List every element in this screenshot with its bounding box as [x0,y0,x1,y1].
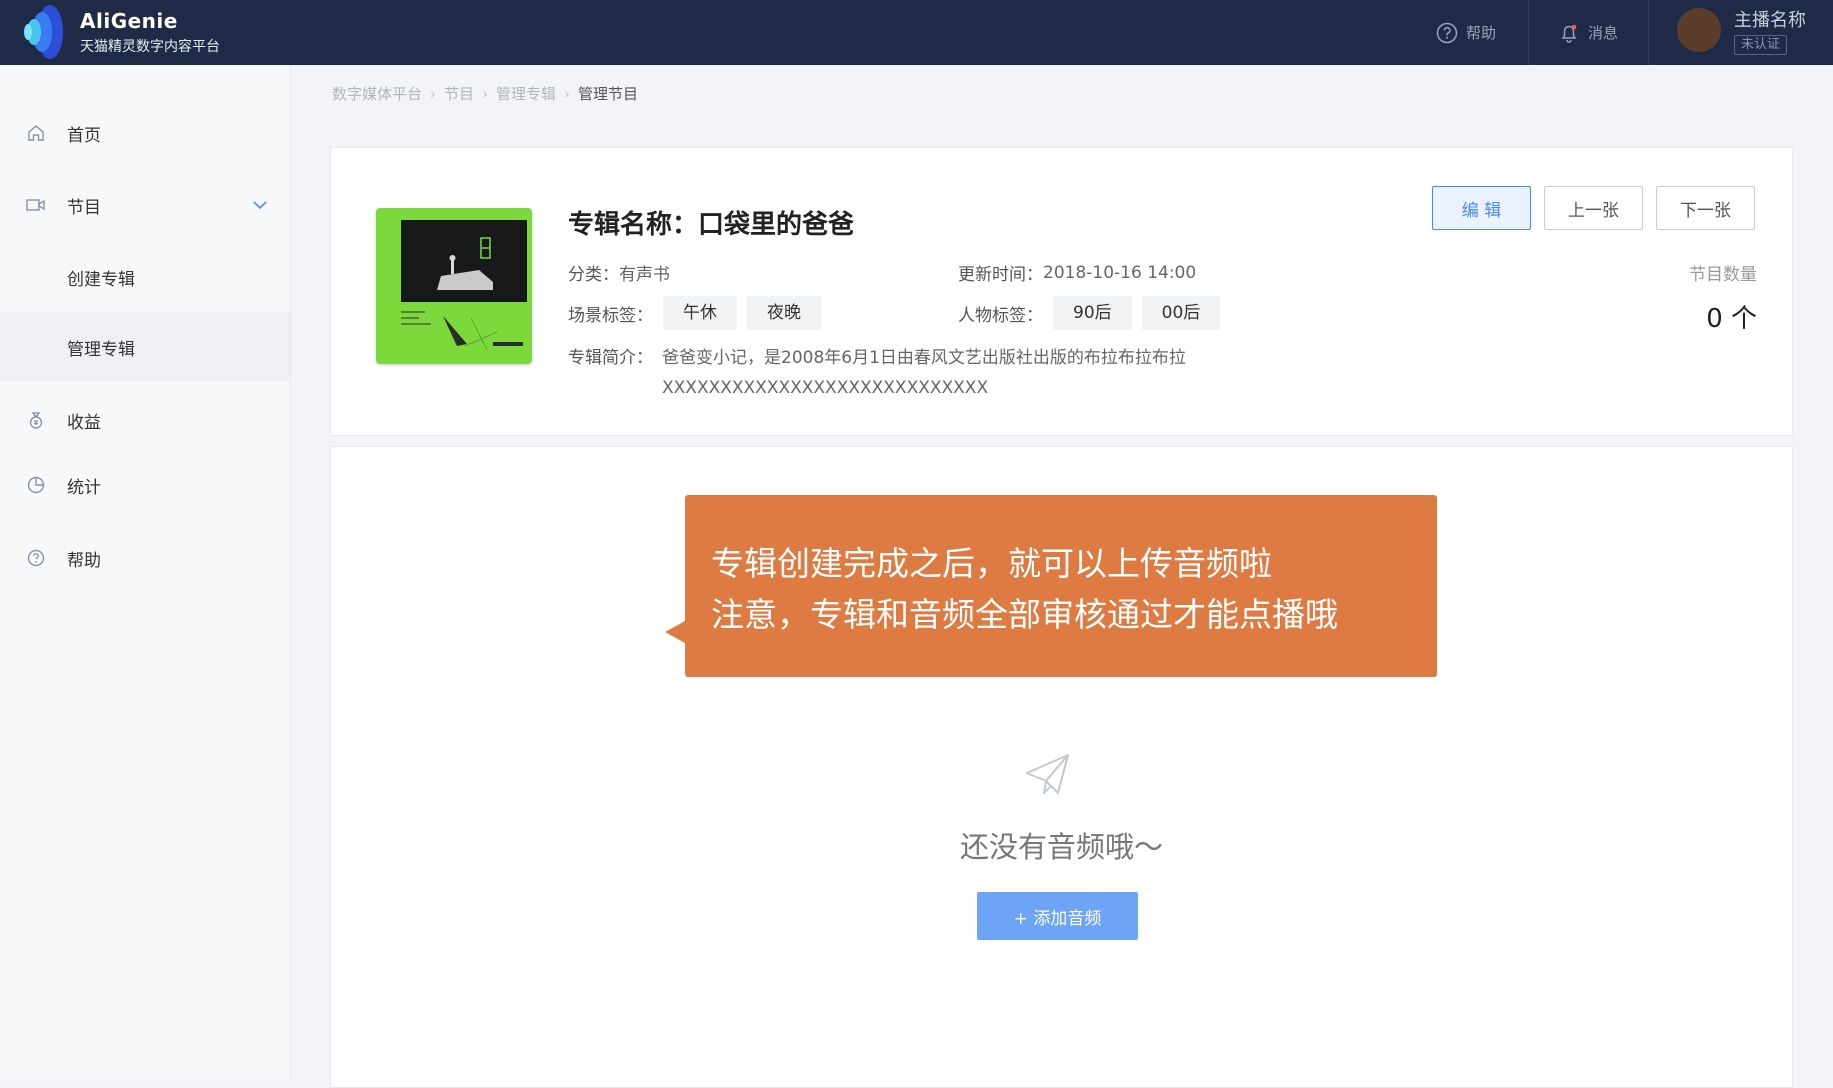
chevron-right-icon: › [564,84,571,103]
updated-label: 更新时间： [958,265,1043,285]
home-icon [25,122,47,144]
people-tag: 00后 [1141,296,1221,330]
money-bag-icon [25,409,47,431]
sidebar-item-help[interactable]: 帮助 [0,523,290,593]
category-value: 有声书 [619,265,670,285]
breadcrumb-item[interactable]: 数字媒体平台 [332,83,422,104]
people-tags: 人物标签： 90后 00后 [958,296,1221,330]
album-title: 专辑名称：口袋里的爸爸 [568,210,855,240]
sidebar-item-programs[interactable]: 节目 [0,170,290,240]
sidebar: 首页 节目 创建专辑 管理专辑 收益 统计 帮助 [0,65,291,1080]
breadcrumb-item[interactable]: 节目 [444,83,474,104]
sidebar-item-label: 创建专辑 [67,269,135,290]
program-count-label: 节目数量 [1689,265,1757,285]
intro-label: 专辑简介： [568,348,653,368]
sidebar-item-statistics[interactable]: 统计 [0,450,290,520]
divider [1528,0,1529,65]
anchor-name[interactable]: 主播名称 [1734,6,1806,32]
chevron-right-icon: › [482,84,489,103]
scene-tags: 场景标签： 午休 夜晚 [568,296,821,330]
breadcrumb-current: 管理节目 [578,85,639,103]
scene-tags-label: 场景标签： [568,305,653,326]
program-count-value: 0 个 [1706,304,1757,334]
sidebar-item-manage-album[interactable]: 管理专辑 [0,312,290,382]
tooltip-line: 专辑创建完成之后，就可以上传音频啦 [711,544,1272,583]
pie-chart-icon [25,474,47,496]
aligenie-logo-icon [24,5,63,59]
brand-name: AliGenie [80,9,178,33]
album-updated: 更新时间： 2018-10-16 14:00 [958,260,1197,286]
paper-plane-icon [1026,754,1069,794]
sidebar-item-income[interactable]: 收益 [0,385,290,455]
sidebar-item-label: 收益 [67,412,101,433]
sidebar-item-label: 管理专辑 [67,339,135,360]
sidebar-item-label: 节目 [67,197,101,218]
edit-button[interactable]: 编 辑 [1432,186,1531,230]
messages-label: 消息 [1588,24,1619,42]
empty-state-text: 还没有音频哦～ [959,830,1163,864]
add-audio-button[interactable]: + 添加音频 [977,892,1138,940]
breadcrumb: 数字媒体平台 › 节目 › 管理专辑 › 管理节目 [332,83,638,104]
album-info-card: 专辑名称：口袋里的爸爸 分类： 有声书 更新时间： 2018-10-16 14:… [330,147,1793,436]
top-bar: AliGenie 天猫精灵数字内容平台 帮助 消息 主播名称 未认证 [0,0,1833,65]
scene-tag: 夜晚 [747,296,821,330]
avatar[interactable] [1677,8,1721,52]
help-icon [25,547,47,569]
album-cover-photo [401,220,527,302]
updated-value: 2018-10-16 14:00 [1043,262,1197,283]
chevron-right-icon: › [430,84,437,103]
messages-link[interactable]: 消息 [1558,0,1618,65]
verification-badge: 未认证 [1734,35,1788,55]
sidebar-item-label: 首页 [67,125,101,146]
bell-icon [1561,24,1577,43]
sidebar-item-label: 帮助 [67,550,101,571]
album-cover [376,208,532,364]
chevron-down-icon[interactable] [252,195,268,215]
people-tags-label: 人物标签： [958,305,1043,326]
help-circle-icon [1436,22,1458,43]
scene-tag: 午休 [663,296,737,330]
category-label: 分类： [568,265,619,285]
sidebar-item-create-album[interactable]: 创建专辑 [0,242,290,312]
divider [1648,0,1649,65]
video-icon [25,194,47,216]
help-link[interactable]: 帮助 [1436,0,1496,65]
guide-tooltip: 专辑创建完成之后，就可以上传音频啦 注意，专辑和音频全部审核通过才能点播哦 [665,495,1437,677]
previous-button[interactable]: 上一张 [1544,186,1643,230]
brand-subtitle: 天猫精灵数字内容平台 [80,39,220,55]
sidebar-item-home[interactable]: 首页 [0,98,290,168]
intro-text-continued: XXXXXXXXXXXXXXXXXXXXXXXXXXXX [662,378,989,398]
breadcrumb-item[interactable]: 管理专辑 [496,83,556,104]
people-tag: 90后 [1053,296,1132,330]
intro-text: 爸爸变小记，是2008年6月1日由春风文艺出版社出版的布拉布拉布拉 [662,348,1186,368]
sidebar-item-label: 统计 [67,477,101,498]
album-category: 分类： 有声书 [568,260,670,285]
help-label: 帮助 [1466,24,1497,42]
tooltip-line: 注意，专辑和音频全部审核通过才能点播哦 [711,595,1338,634]
next-button[interactable]: 下一张 [1656,186,1755,230]
